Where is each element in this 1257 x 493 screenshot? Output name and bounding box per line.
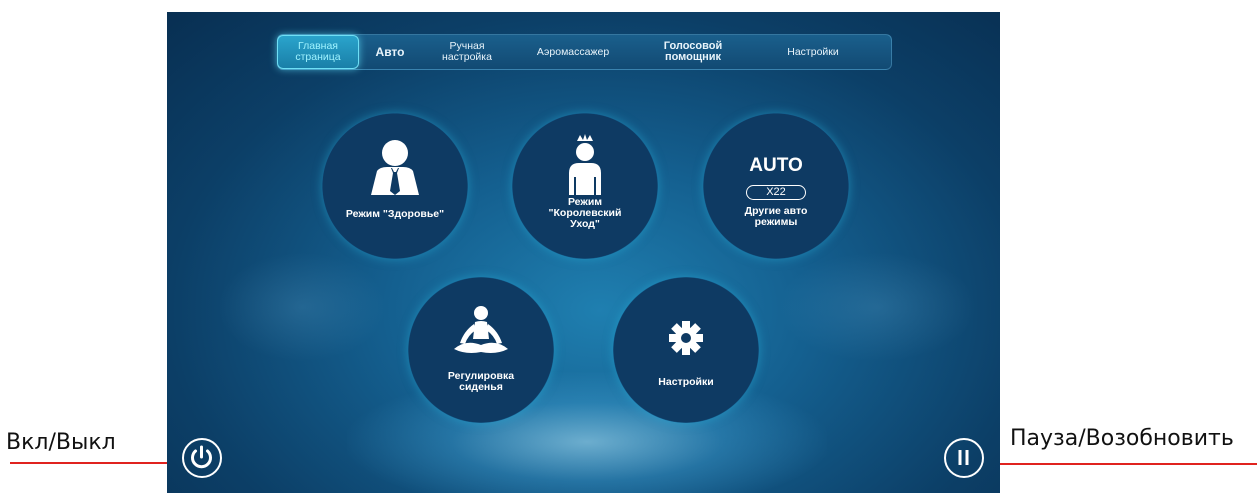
tab-air-massage[interactable]: Аэромассажер [513,35,633,69]
meditation-icon [454,306,508,353]
pause-button[interactable] [944,438,984,478]
health-mode-label: Режим "Здоровье" [345,208,445,220]
seat-adjustment-label: Регулировка сиденья [447,370,515,393]
background-glow-right [777,252,977,362]
pause-icon [958,450,969,465]
tab-manual[interactable]: Ручная настройка [421,35,513,69]
auto-title: AUTO [749,155,803,176]
background-glow-left [217,252,387,362]
power-button[interactable] [182,438,222,478]
businessman-icon [371,140,419,195]
crowned-person-icon [569,134,601,195]
auto-count-badge: X22 [746,185,806,200]
health-mode-button[interactable]: Режим "Здоровье" [322,113,468,259]
seat-adjustment-button[interactable]: Регулировка сиденья [408,277,554,423]
other-auto-modes-label: Другие авто режимы [744,205,808,228]
royal-care-mode-button[interactable]: Режим "Королевский Уход" [512,113,658,259]
tab-bar: Главная страница Авто Ручная настройка А… [277,34,892,70]
tab-settings[interactable]: Настройки [753,35,873,69]
other-auto-modes-button[interactable]: AUTO X22 Другие авто режимы [703,113,849,259]
power-icon [191,445,212,469]
device-screen: Главная страница Авто Ручная настройка А… [167,12,1000,493]
power-annotation-line [10,462,170,464]
gear-icon [669,321,703,355]
pause-annotation-line [1000,463,1257,465]
pause-annotation: Пауза/Возобновить [1010,426,1234,451]
royal-care-mode-label: Режим "Королевский Уход" [548,196,622,230]
settings-label: Настройки [658,376,714,388]
power-annotation: Вкл/Выкл [6,430,116,455]
tab-home[interactable]: Главная страница [277,35,359,69]
tab-auto[interactable]: Авто [359,35,421,69]
tab-voice-assistant[interactable]: Голосовой помощник [633,35,753,69]
settings-button[interactable]: Настройки [613,277,759,423]
